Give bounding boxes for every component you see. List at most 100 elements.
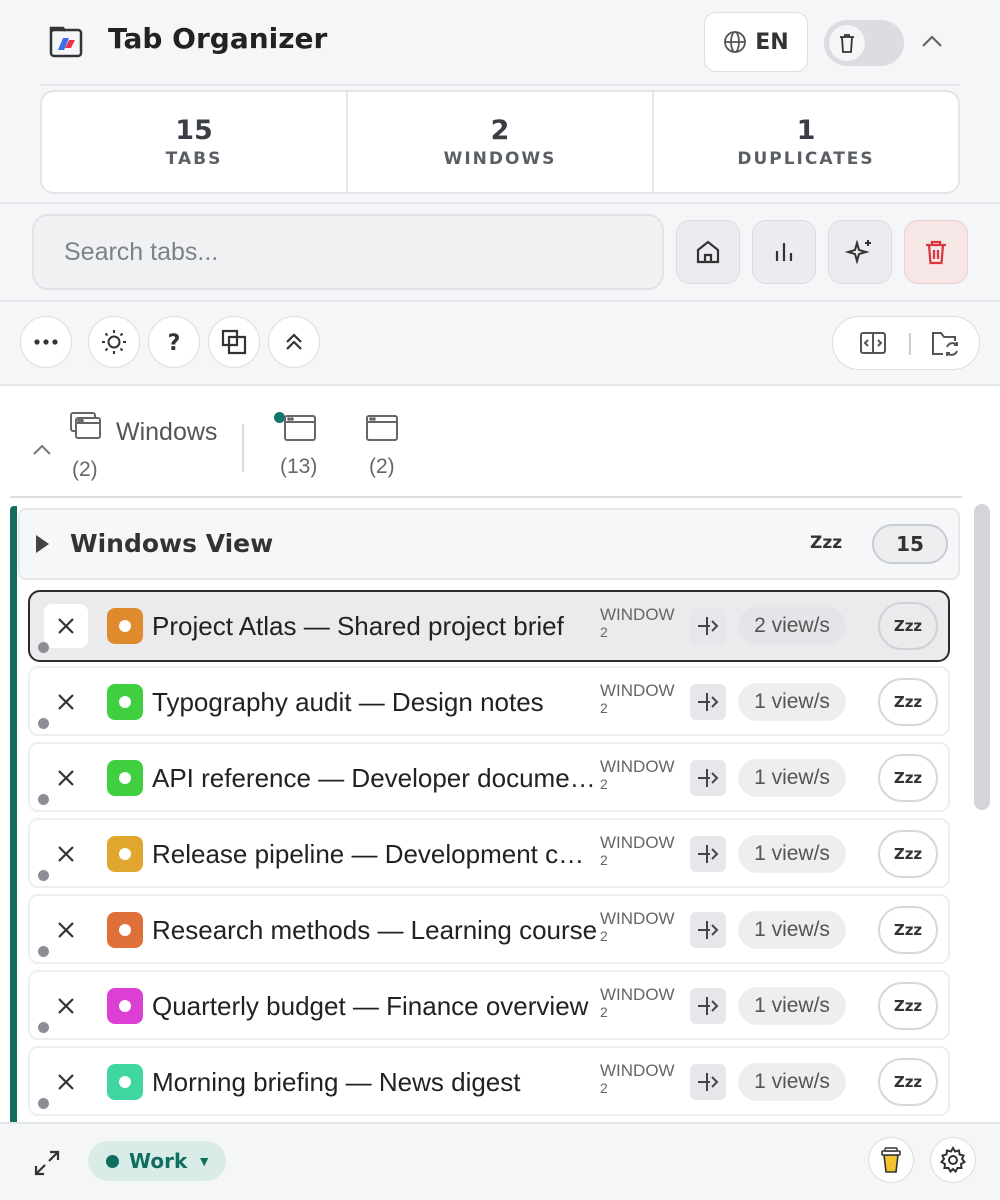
trash-icon	[837, 32, 857, 54]
header-divider	[40, 84, 960, 86]
close-icon	[56, 768, 76, 788]
toggle-knob	[829, 25, 865, 61]
help-icon: ?	[164, 329, 184, 355]
windows-collapse-chevron-up-icon[interactable]	[30, 440, 54, 460]
tab-title[interactable]: Research methods — Learning course	[152, 915, 598, 945]
folder-sync-icon[interactable]	[929, 329, 961, 359]
search-input[interactable]	[32, 214, 664, 290]
move-to-window-button[interactable]	[690, 684, 726, 720]
tab-window-number: 2	[600, 852, 608, 868]
move-to-window-button[interactable]	[690, 760, 726, 796]
close-tab-button[interactable]	[44, 984, 88, 1028]
chevron-down-icon: ▼	[197, 1153, 212, 1169]
close-icon	[56, 844, 76, 864]
sleep-tab-button[interactable]: Zzz	[878, 754, 938, 802]
tab-status-dot	[38, 718, 49, 729]
windows-view-title: Windows View	[70, 529, 274, 558]
tab-status-dot	[38, 870, 49, 881]
expand-icon[interactable]	[32, 1148, 62, 1178]
tab-views-badge: 1 view/s	[738, 835, 846, 873]
tab-row[interactable]: Morning briefing — News digest WINDOW 2 1 v…	[28, 1046, 950, 1116]
gear-icon	[939, 1146, 967, 1174]
move-arrow-icon	[696, 691, 720, 713]
language-button[interactable]: EN	[704, 12, 808, 72]
sleep-tab-button[interactable]: Zzz	[878, 602, 938, 650]
close-tab-button[interactable]	[44, 908, 88, 952]
tab-views-badge: 2 view/s	[738, 607, 846, 645]
trash-toggle[interactable]	[824, 20, 904, 66]
sleep-tab-button[interactable]: Zzz	[878, 830, 938, 878]
tab-title[interactable]: API reference — Developer documentation	[152, 763, 598, 793]
move-to-window-button[interactable]	[690, 608, 726, 644]
buy-me-coffee-button[interactable]	[868, 1137, 914, 1183]
move-to-window-button[interactable]	[690, 988, 726, 1024]
tab-window-number: 2	[600, 1080, 608, 1096]
windows-stack-icon[interactable]	[70, 412, 102, 440]
more-icon	[33, 338, 59, 346]
language-code: EN	[755, 29, 789, 55]
help-button[interactable]: ?	[148, 316, 200, 368]
move-arrow-icon	[696, 1071, 720, 1093]
windows-tab-label[interactable]: Windows	[116, 418, 217, 447]
close-tab-button[interactable]	[44, 604, 88, 648]
move-to-window-button[interactable]	[690, 912, 726, 948]
settings-button[interactable]	[930, 1137, 976, 1183]
stats-button[interactable]	[752, 220, 816, 284]
scrollbar-thumb[interactable]	[974, 504, 990, 810]
collapse-header-chevron-up-icon[interactable]	[918, 30, 946, 54]
move-arrow-icon	[696, 843, 720, 865]
tab-title[interactable]: Release pipeline — Development checklist	[152, 839, 598, 869]
tab-row[interactable]: Quarterly budget — Finance overview WINDO…	[28, 970, 950, 1040]
tab-title[interactable]: Quarterly budget — Finance overview	[152, 991, 598, 1021]
tab-title[interactable]: Typography audit — Design notes	[152, 687, 598, 717]
more-button[interactable]	[20, 316, 72, 368]
sleep-all-button[interactable]: Zzz	[810, 533, 842, 553]
tab-row[interactable]: Typography audit — Design notes WINDOW 2 1 …	[28, 666, 950, 736]
window-1-icon[interactable]	[284, 414, 316, 442]
close-tab-button[interactable]	[44, 680, 88, 724]
stat-label: TABS	[165, 149, 223, 169]
tab-window-label: WINDOW	[600, 1061, 675, 1080]
tab-window-label: WINDOW	[600, 757, 675, 776]
window-2-icon[interactable]	[366, 414, 398, 442]
sun-icon	[100, 328, 128, 356]
split-view-icon[interactable]	[859, 330, 887, 356]
close-icon	[56, 920, 76, 940]
theme-button[interactable]	[88, 316, 140, 368]
sleep-tab-button[interactable]: Zzz	[878, 678, 938, 726]
stats-bar: 15 TABS 2 WINDOWS 1 DUPLICATES	[40, 90, 960, 194]
collapse-all-button[interactable]	[268, 316, 320, 368]
sleep-tab-button[interactable]: Zzz	[878, 906, 938, 954]
favicon-icon	[107, 1064, 143, 1100]
tab-row[interactable]: Research methods — Learning course WINDOW…	[28, 894, 950, 964]
tab-row[interactable]: API reference — Developer documentationW…	[28, 742, 950, 812]
favicon-icon	[107, 684, 143, 720]
favicon-icon	[107, 760, 143, 796]
tab-row[interactable]: Project Atlas — Shared project brief WIND…	[28, 590, 950, 662]
tab-window-label: WINDOW	[600, 681, 675, 700]
ai-organize-button[interactable]	[828, 220, 892, 284]
tab-title[interactable]: Project Atlas — Shared project brief	[152, 611, 598, 641]
tab-title[interactable]: Morning briefing — News digest	[152, 1067, 598, 1097]
close-tab-button[interactable]	[44, 832, 88, 876]
move-to-window-button[interactable]	[690, 1064, 726, 1100]
close-tab-button[interactable]	[44, 756, 88, 800]
sleep-tab-button[interactable]: Zzz	[878, 1058, 938, 1106]
tab-row[interactable]: Release pipeline — Development checklist…	[28, 818, 950, 888]
windows-divider	[10, 496, 962, 498]
tab-window-number: 2	[600, 928, 608, 944]
close-tab-button[interactable]	[44, 1060, 88, 1104]
delete-button[interactable]	[904, 220, 968, 284]
workspace-selector[interactable]: Work ▼	[88, 1141, 226, 1181]
move-to-window-button[interactable]	[690, 836, 726, 872]
sleep-tab-button[interactable]: Zzz	[878, 982, 938, 1030]
coffee-cup-icon	[879, 1145, 903, 1175]
windows-view-count-badge: 15	[872, 524, 948, 564]
stat-label: WINDOWS	[443, 149, 557, 169]
duplicates-button[interactable]	[208, 316, 260, 368]
tab-views-badge: 1 view/s	[738, 683, 846, 721]
stat-windows: 2 WINDOWS	[348, 92, 654, 192]
view-actions-group	[832, 316, 980, 370]
home-button[interactable]	[676, 220, 740, 284]
expand-triangle-icon[interactable]	[36, 535, 49, 553]
